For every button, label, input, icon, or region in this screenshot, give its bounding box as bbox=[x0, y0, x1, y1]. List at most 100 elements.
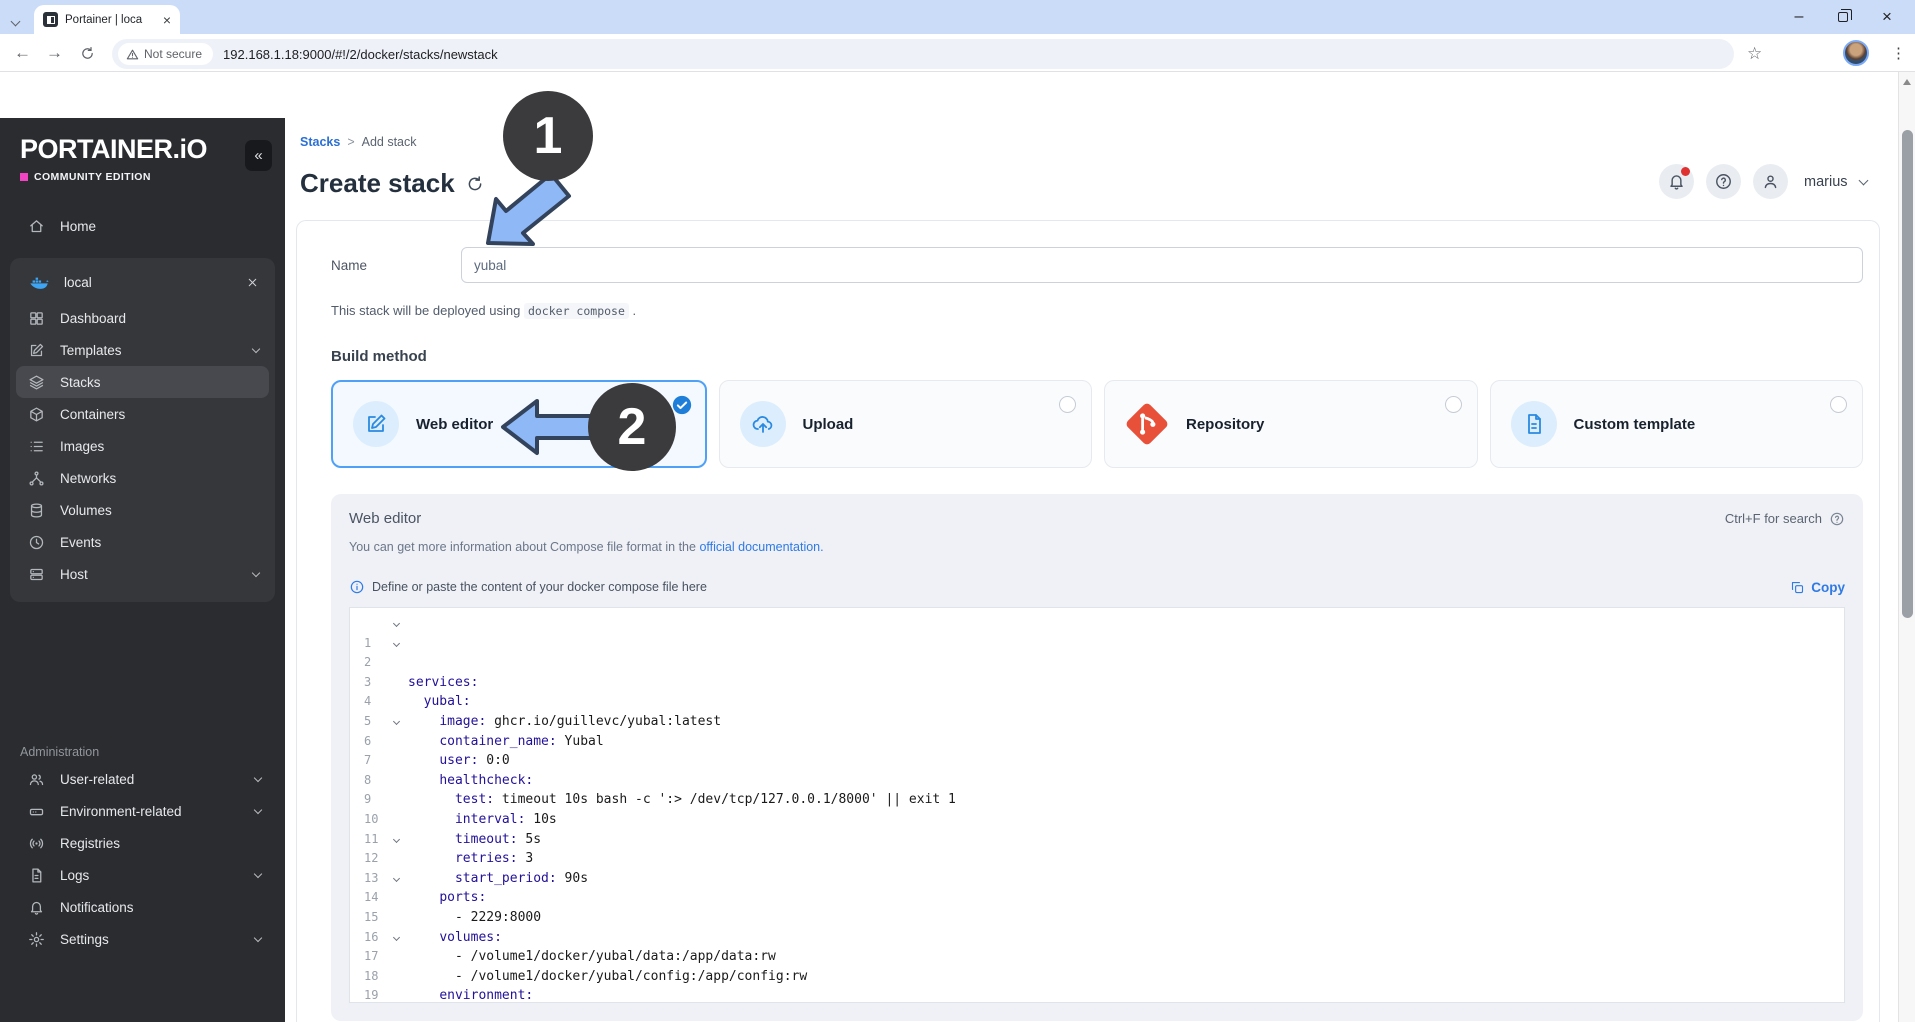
chevron-down-icon[interactable] bbox=[1858, 175, 1868, 185]
code-line[interactable]: 2 yubal: bbox=[350, 634, 1844, 709]
fold-arrow-icon[interactable] bbox=[392, 639, 401, 647]
code-line[interactable]: 14 volumes: bbox=[350, 869, 1844, 945]
code-line[interactable]: 12 ports: bbox=[350, 830, 1844, 905]
reload-button[interactable] bbox=[80, 46, 95, 61]
user-menu-button[interactable] bbox=[1753, 164, 1788, 199]
code-line[interactable]: 4 container_name: Yubal bbox=[350, 673, 1844, 748]
tab-title: Portainer | loca bbox=[65, 13, 143, 26]
web-editor-panel: Web editor Ctrl+F for search You can get… bbox=[331, 494, 1863, 1021]
breadcrumb-stacks-link[interactable]: Stacks bbox=[300, 135, 340, 149]
notifications-button[interactable] bbox=[1659, 164, 1694, 199]
code-line[interactable]: 6 healthcheck: bbox=[350, 712, 1844, 788]
sidebar-item-home[interactable]: Home bbox=[10, 210, 275, 242]
breadcrumb-current: Add stack bbox=[361, 135, 417, 149]
code-line[interactable]: 15 - /volume1/docker/yubal/data:/app/dat… bbox=[350, 888, 1844, 964]
scrollbar-thumb[interactable] bbox=[1902, 130, 1913, 618]
code-editor[interactable]: 1 services: 2 yubal: 3 image: ghcr.io/gu… bbox=[349, 607, 1845, 1003]
window-close-button[interactable]: × bbox=[1865, 0, 1909, 34]
bookmark-star-icon[interactable]: ☆ bbox=[1747, 44, 1762, 64]
fold-arrow-icon[interactable] bbox=[392, 835, 401, 843]
tab-search-chevron-icon[interactable] bbox=[10, 12, 21, 30]
sidebar-item-icon bbox=[28, 310, 45, 327]
window-minimize-button[interactable]: – bbox=[1777, 0, 1821, 34]
build-method-card[interactable]: Upload bbox=[718, 380, 1092, 468]
sidebar-item[interactable]: Images bbox=[16, 430, 269, 462]
scroll-up-arrow-icon[interactable] bbox=[1903, 79, 1911, 85]
code-line[interactable]: 16 - /volume1/docker/yubal/config:/app/c… bbox=[350, 908, 1844, 984]
sidebar: PORTAINER.iO « COMMUNITY EDITION Home lo… bbox=[0, 118, 285, 1022]
stack-name-input[interactable] bbox=[461, 247, 1863, 283]
official-documentation-link[interactable]: official documentation bbox=[699, 540, 820, 554]
fold-arrow-icon[interactable] bbox=[392, 717, 401, 726]
fold-arrow-icon[interactable] bbox=[392, 874, 401, 882]
sidebar-item-icon bbox=[28, 502, 45, 519]
chevron-down-icon bbox=[253, 933, 263, 942]
question-icon[interactable] bbox=[1829, 511, 1845, 527]
sidebar-item[interactable]: Registries bbox=[10, 827, 275, 859]
browser-profile-avatar[interactable] bbox=[1843, 40, 1869, 66]
code-line[interactable]: 20 YUBAL_DOWNLOAD_UGC: false #or true to… bbox=[350, 986, 1844, 1002]
sidebar-item[interactable]: Settings bbox=[10, 923, 275, 955]
window-restore-button[interactable] bbox=[1821, 0, 1865, 34]
code-line[interactable]: 9 timeout: 5s bbox=[350, 771, 1844, 846]
forward-button[interactable]: → bbox=[46, 43, 63, 63]
sidebar-item[interactable]: Events bbox=[16, 526, 269, 558]
selected-check-icon bbox=[672, 395, 692, 415]
sidebar-collapse-button[interactable]: « bbox=[245, 140, 272, 171]
build-method-card[interactable]: Repository bbox=[1104, 380, 1478, 468]
browser-tab[interactable]: Portainer | loca × bbox=[34, 5, 180, 34]
name-label: Name bbox=[331, 257, 368, 273]
sidebar-item[interactable]: Networks bbox=[16, 462, 269, 494]
sidebar-item[interactable]: Environment-related bbox=[10, 795, 275, 827]
define-hint: Define or paste the content of your dock… bbox=[349, 579, 707, 595]
username[interactable]: marius bbox=[1804, 174, 1848, 190]
copy-icon bbox=[1790, 580, 1805, 595]
copy-button[interactable]: Copy bbox=[1790, 580, 1845, 595]
sidebar-item[interactable]: Dashboard bbox=[16, 302, 269, 334]
fold-arrow-icon[interactable] bbox=[392, 619, 401, 628]
fold-arrow-icon[interactable] bbox=[392, 933, 401, 941]
environment-name: local bbox=[64, 274, 92, 290]
method-icon bbox=[364, 412, 388, 436]
code-line[interactable]: 7 test: timeout 10s bash -c ':> /dev/tcp… bbox=[350, 732, 1844, 807]
close-icon[interactable] bbox=[246, 276, 259, 289]
sidebar-item-icon bbox=[28, 771, 45, 788]
sidebar-item[interactable]: Logs bbox=[10, 859, 275, 891]
question-icon bbox=[1714, 172, 1733, 191]
code-line[interactable]: 10 retries: 3 bbox=[350, 790, 1844, 866]
code-line[interactable]: 8 interval: 10s bbox=[350, 751, 1844, 827]
code-line[interactable]: 13 - 2229:8000 bbox=[350, 849, 1844, 925]
home-icon bbox=[28, 218, 45, 235]
code-line[interactable]: 5 user: 0:0 bbox=[350, 692, 1844, 768]
environment-header[interactable]: local bbox=[16, 262, 269, 302]
sidebar-item[interactable]: Host bbox=[16, 558, 269, 590]
sidebar-item[interactable]: Stacks bbox=[16, 366, 269, 398]
radio-button[interactable] bbox=[1059, 396, 1076, 413]
code-line[interactable]: 17 environment: bbox=[350, 928, 1844, 1002]
code-line[interactable]: 19 YUBAL_AUDIO_FORMAT: opus #or Change o… bbox=[350, 967, 1844, 1002]
build-method-card[interactable]: Custom template bbox=[1489, 380, 1863, 468]
code-line[interactable]: 3 image: ghcr.io/guillevc/yubal:latest bbox=[350, 653, 1844, 729]
portainer-favicon-icon bbox=[43, 12, 58, 27]
not-secure-badge[interactable]: Not secure bbox=[118, 43, 214, 65]
sidebar-item[interactable]: Templates bbox=[16, 334, 269, 366]
person-icon bbox=[1761, 172, 1780, 191]
radio-button[interactable] bbox=[1444, 396, 1462, 413]
page-scrollbar[interactable] bbox=[1898, 72, 1915, 1022]
annotation-step-2: 2 bbox=[588, 383, 676, 471]
code-line[interactable]: 18 YUBAL_TZ: Europe/Bucharest bbox=[350, 947, 1844, 983]
browser-menu-icon[interactable]: ⋮ bbox=[1891, 44, 1906, 62]
code-line[interactable]: 1 services: bbox=[350, 614, 1844, 690]
address-bar[interactable]: Not secure 192.168.1.18:9000/#!/2/docker… bbox=[112, 39, 1734, 69]
sidebar-item[interactable]: Volumes bbox=[16, 494, 269, 526]
back-button[interactable]: ← bbox=[14, 43, 31, 63]
sidebar-item[interactable]: Containers bbox=[16, 398, 269, 430]
info-icon bbox=[349, 579, 365, 595]
sidebar-item[interactable]: Notifications bbox=[10, 891, 275, 923]
tab-close-icon[interactable]: × bbox=[163, 13, 171, 27]
sidebar-item-icon bbox=[28, 566, 45, 583]
code-line[interactable]: 11 start_period: 90s bbox=[350, 810, 1844, 886]
radio-button[interactable] bbox=[1830, 396, 1847, 413]
help-button[interactable] bbox=[1706, 164, 1741, 199]
sidebar-item[interactable]: User-related bbox=[10, 763, 275, 795]
